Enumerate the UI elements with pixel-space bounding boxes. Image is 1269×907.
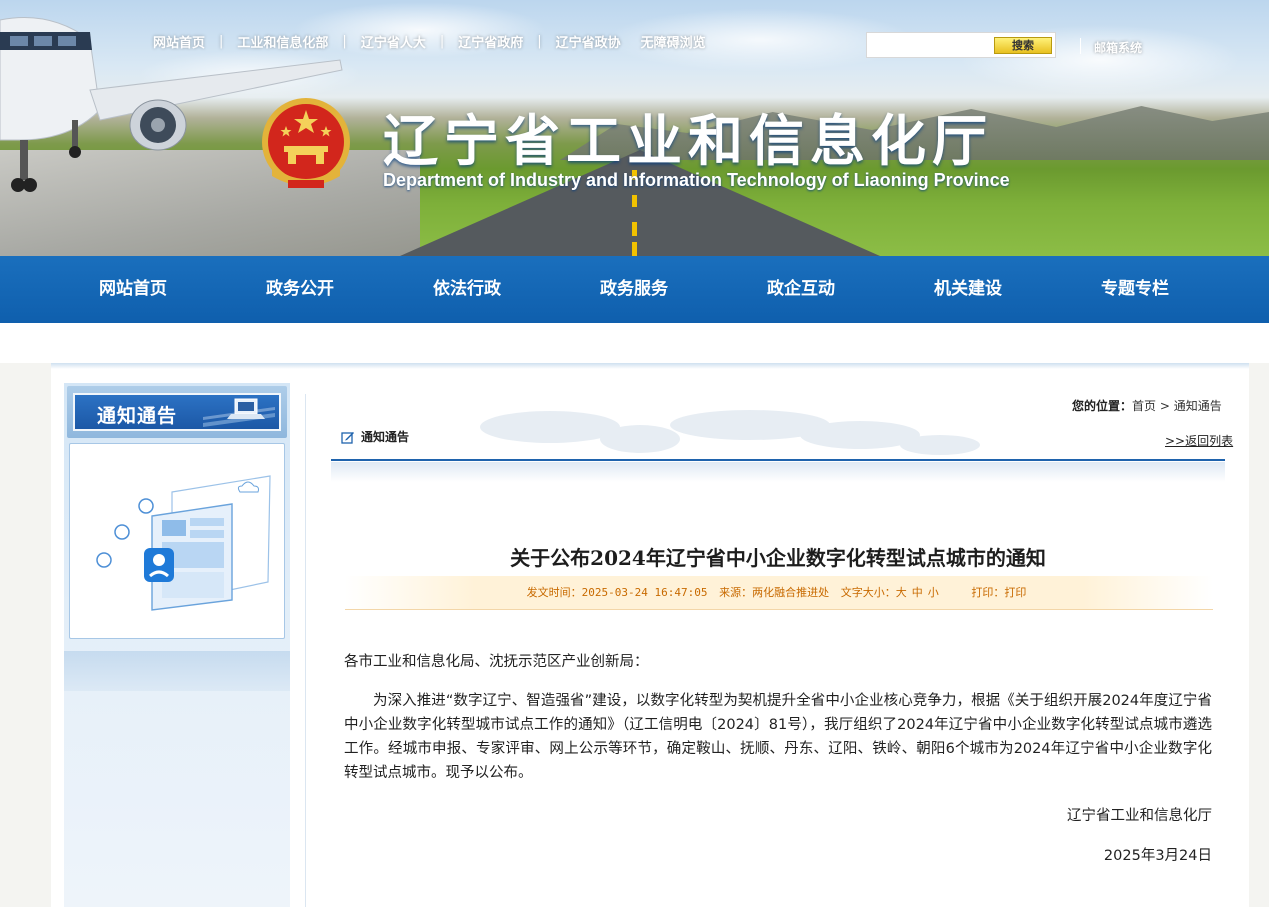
nav-item-organization[interactable]: 机关建设	[898, 256, 1038, 323]
world-map-decoration	[480, 410, 980, 455]
font-size-small-button[interactable]: 小	[928, 586, 939, 599]
top-link-npc[interactable]: 辽宁省人大	[361, 32, 426, 51]
national-emblem-icon	[262, 98, 350, 188]
top-link-government[interactable]: 辽宁省政府	[458, 32, 523, 51]
breadcrumb-current[interactable]: 通知通告	[1174, 399, 1222, 413]
category-label: 通知通告	[361, 430, 410, 444]
site-title-en: Department of Industry and Information T…	[383, 170, 1010, 190]
date-label: 发文时间：	[526, 586, 582, 599]
top-link-miit[interactable]: 工业和信息化部	[237, 32, 328, 51]
back-to-list-link[interactable]: >>返回列表	[1165, 432, 1233, 449]
sidebar-header: 通知通告	[67, 386, 287, 438]
print-label: 打印：	[971, 586, 1005, 599]
divider	[331, 459, 1225, 461]
nav-item-gov-services[interactable]: 政务服务	[564, 256, 704, 323]
white-band	[0, 323, 1269, 363]
font-size-label: 文字大小：	[840, 586, 896, 599]
nav-item-gov-affairs[interactable]: 政务公开	[230, 256, 370, 323]
article-title: 关于公布2024年辽宁省中小企业数字化转型试点城市的通知	[510, 546, 1046, 570]
mail-system-link[interactable]: 邮箱系统	[1094, 39, 1142, 56]
search-button[interactable]: 搜索	[994, 37, 1052, 54]
separator: |	[219, 34, 224, 49]
article-salutation: 各市工业和信息化局、沈抚示范区产业创新局：	[344, 654, 649, 670]
source-value: 两化融合推进处	[752, 586, 830, 599]
separator	[1080, 38, 1081, 54]
source-label: 来源：	[719, 586, 753, 599]
nav-item-special-topics[interactable]: 专题专栏	[1065, 256, 1205, 323]
sidebar-title: 通知通告	[97, 405, 178, 427]
road-marking	[632, 195, 637, 207]
article-sign-date: 2025年3月24日	[1103, 848, 1212, 864]
breadcrumb: 您的位置：首页 > 通知通告	[1072, 397, 1222, 414]
breadcrumb-home-link[interactable]: 首页	[1132, 399, 1156, 413]
site-title-cn: 辽宁省工业和信息化厅	[383, 109, 994, 173]
laptop-icon	[203, 398, 275, 427]
top-link-accessibility[interactable]: 无障碍浏览	[641, 32, 706, 51]
digital-office-illustration	[96, 475, 271, 611]
nav-item-law-admin[interactable]: 依法行政	[397, 256, 537, 323]
separator: |	[342, 34, 347, 49]
site-banner: 网站首页 | 工业和信息化部 | 辽宁省人大 | 辽宁省政府 | 辽宁省政协 无…	[0, 0, 1269, 256]
top-link-home[interactable]: 网站首页	[153, 32, 205, 51]
nav-item-home[interactable]: 网站首页	[63, 256, 203, 323]
separator: |	[439, 34, 445, 49]
article-signature: 辽宁省工业和信息化厅	[1067, 808, 1212, 824]
edit-icon	[341, 431, 354, 444]
separator: |	[537, 34, 542, 49]
sidebar-illustration-box	[69, 443, 285, 639]
main-navigation: 网站首页 政务公开 依法行政 政务服务 政企互动 机关建设 专题专栏	[0, 256, 1269, 323]
print-button[interactable]: 打印	[1004, 586, 1026, 599]
font-size-large-button[interactable]: 大	[896, 586, 907, 599]
road-marking	[632, 242, 637, 256]
nav-item-interaction[interactable]: 政企互动	[731, 256, 871, 323]
top-link-cppcc[interactable]: 辽宁省政协	[556, 32, 621, 51]
publish-date: 2025-03-24 16:47:05	[581, 586, 708, 599]
top-links: 网站首页 | 工业和信息化部 | 辽宁省人大 | 辽宁省政府 | 辽宁省政协 无…	[153, 32, 706, 51]
font-size-medium-button[interactable]: 中	[912, 586, 923, 599]
article-paragraph: 为深入推进“数字辽宁、智造强省”建设，以数字化转型为契机提升全省中小企业核心竞争…	[344, 693, 1212, 781]
sidebar: 通知通告	[64, 383, 290, 907]
breadcrumb-separator: >	[1159, 399, 1170, 413]
breadcrumb-label: 您的位置：	[1072, 399, 1133, 413]
category-heading: 通知通告	[341, 428, 409, 445]
road-marking	[632, 222, 637, 236]
search-box: 搜索	[866, 32, 1056, 58]
search-input[interactable]	[871, 36, 991, 54]
article-meta: 发文时间：2025-03-24 16:47:05 来源：两化融合推进处 文字大小…	[345, 576, 1213, 610]
